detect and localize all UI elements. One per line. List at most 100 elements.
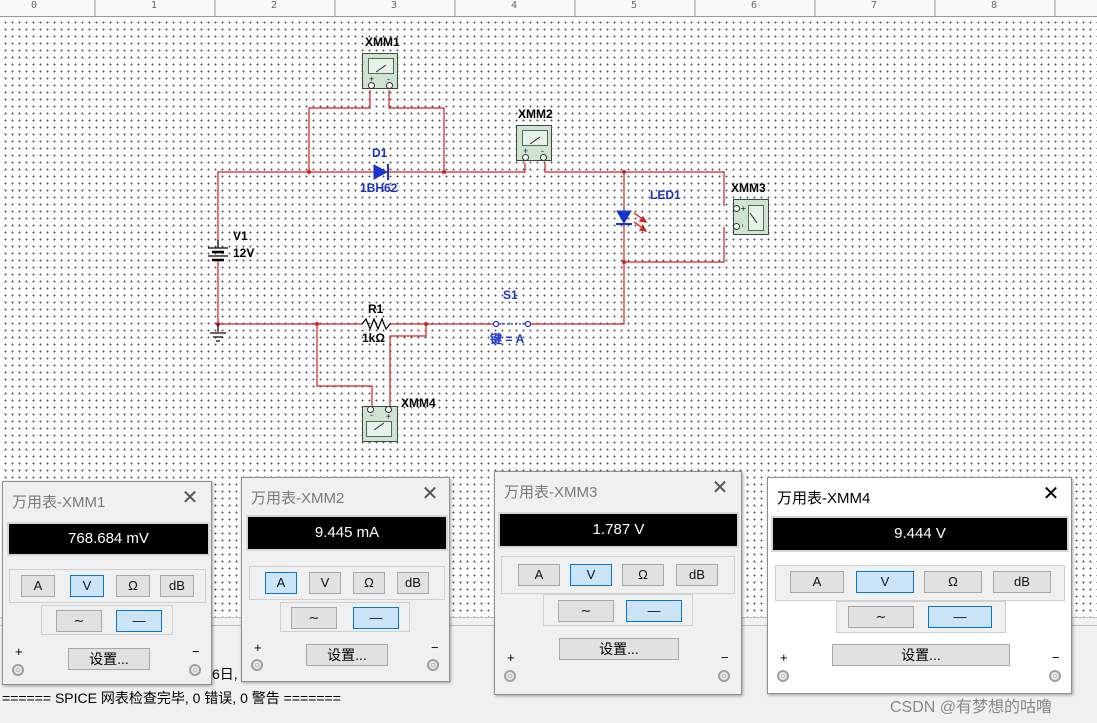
wire-xmm1-left — [308, 90, 371, 172]
d1-ref-label: D1 — [372, 146, 388, 160]
minus-terminal[interactable] — [427, 659, 439, 671]
signal-button-group: ∼ — — [543, 594, 693, 626]
ac-button[interactable]: ∼ — [56, 610, 102, 632]
minus-terminal[interactable] — [367, 406, 374, 413]
signal-button-group: ∼ — — [280, 602, 410, 632]
plus-terminal[interactable] — [777, 670, 789, 682]
minus-terminal[interactable] — [733, 223, 740, 230]
settings-button[interactable]: 设置... — [306, 644, 388, 666]
partial-log-text: 6日, — [212, 666, 238, 682]
plus-terminal[interactable] — [12, 664, 24, 676]
sheet-ruler: 0 1 2 3 4 5 6 7 8 — [0, 0, 1097, 17]
amp-button[interactable]: A — [790, 571, 844, 593]
wire-xmm1-right — [388, 90, 445, 172]
meter-face-icon — [748, 205, 764, 231]
xmm1-instrument[interactable]: + - — [362, 53, 398, 89]
ohm-button[interactable]: Ω — [116, 575, 150, 597]
plus-terminal[interactable] — [385, 406, 392, 413]
amp-button[interactable]: A — [21, 575, 55, 597]
dc-button[interactable]: — — [353, 607, 399, 629]
minus-terminal[interactable] — [189, 664, 201, 676]
plus-terminal[interactable] — [368, 82, 375, 89]
amp-button[interactable]: A — [518, 564, 560, 586]
reading-display: 9.445 mA — [246, 515, 448, 551]
multimeter-panel-xmm4: 万用表-XMM4 ✕ 9.444 V A V Ω dB ∼ — 设置... + … — [767, 477, 1072, 694]
db-button[interactable]: dB — [676, 564, 718, 586]
led-symbol — [616, 207, 632, 226]
xmm2-instrument[interactable]: + - — [516, 125, 552, 161]
ruler-marks — [94, 0, 1056, 16]
meter-face-icon — [522, 130, 548, 146]
db-button[interactable]: dB — [993, 571, 1051, 593]
multimeter-panel-xmm1: 万用表-XMM1 ✕ 768.684 mV A V Ω dB ∼ — 设置...… — [2, 481, 212, 685]
xmm3-label: XMM3 — [731, 181, 766, 195]
multimeter-panel-xmm2: 万用表-XMM2 ✕ 9.445 mA A V Ω dB ∼ — 设置... +… — [241, 477, 450, 682]
v1-ref-label: V1 — [233, 229, 248, 243]
db-button[interactable]: dB — [160, 575, 194, 597]
plus-sign: + — [254, 640, 262, 655]
wire-led-bottom — [623, 226, 725, 263]
led-light-arrows — [633, 212, 648, 232]
volt-button[interactable]: V — [570, 564, 612, 586]
panel-title: 万用表-XMM4 — [777, 490, 871, 507]
wire-right-down — [528, 262, 625, 325]
signal-button-group: ∼ — — [41, 605, 173, 635]
wire-xmm4-right — [389, 324, 427, 406]
mode-button-group: A V Ω dB — [249, 566, 445, 600]
junction-dots — [216, 170, 626, 326]
volt-button[interactable]: V — [856, 571, 914, 593]
ac-button[interactable]: ∼ — [848, 606, 914, 628]
close-icon[interactable]: ✕ — [180, 488, 200, 508]
ohm-button[interactable]: Ω — [622, 564, 664, 586]
panel-title: 万用表-XMM3 — [504, 484, 598, 501]
ac-button[interactable]: ∼ — [558, 600, 614, 622]
minus-sign: − — [721, 650, 729, 665]
battery-v1-symbol — [208, 240, 228, 262]
dc-button[interactable]: — — [626, 600, 682, 622]
close-icon[interactable]: ✕ — [420, 484, 440, 504]
minus-sign: − — [431, 640, 439, 655]
close-icon[interactable]: ✕ — [710, 478, 730, 498]
spice-status-text: ====== SPICE 网表检查完毕, 0 错误, 0 警告 ======= — [2, 690, 341, 706]
s1-key-label: 键 = A — [490, 332, 525, 346]
ground-symbol — [210, 324, 226, 342]
plus-terminal[interactable] — [251, 659, 263, 671]
panel-title: 万用表-XMM2 — [251, 490, 345, 507]
ohm-button[interactable]: Ω — [353, 572, 385, 594]
wire-bottom — [217, 260, 362, 325]
settings-button[interactable]: 设置... — [68, 648, 150, 670]
ohm-button[interactable]: Ω — [924, 571, 982, 593]
xmm2-label: XMM2 — [518, 107, 553, 121]
plus-terminal[interactable] — [733, 205, 740, 212]
volt-button[interactable]: V — [309, 572, 341, 594]
multimeter-panel-xmm3: 万用表-XMM3 ✕ 1.787 V A V Ω dB ∼ — 设置... + … — [494, 471, 742, 695]
dc-button[interactable]: — — [928, 606, 992, 628]
xmm4-instrument[interactable]: + - — [362, 406, 398, 442]
v1-value-label: 12V — [233, 246, 255, 260]
db-button[interactable]: dB — [397, 572, 429, 594]
amp-button[interactable]: A — [265, 572, 297, 594]
xmm3-instrument[interactable]: + - — [733, 199, 769, 235]
volt-button[interactable]: V — [70, 575, 104, 597]
csdn-watermark: CSDN @有梦想的咕噜 — [890, 699, 1053, 716]
plus-terminal[interactable] — [504, 670, 516, 682]
minus-terminal[interactable] — [540, 154, 547, 161]
plus-sign: + — [780, 650, 788, 665]
xmm1-label: XMM1 — [365, 35, 400, 49]
minus-terminal[interactable] — [718, 670, 730, 682]
ac-button[interactable]: ∼ — [291, 607, 337, 629]
close-icon[interactable]: ✕ — [1041, 484, 1061, 504]
settings-button[interactable]: 设置... — [832, 644, 1010, 666]
d1-value-label: 1BH62 — [360, 181, 398, 195]
plus-terminal[interactable] — [522, 154, 529, 161]
minus-terminal[interactable] — [1049, 670, 1061, 682]
xmm4-label: XMM4 — [401, 396, 436, 410]
settings-button[interactable]: 设置... — [559, 638, 679, 660]
minus-terminal[interactable] — [386, 82, 393, 89]
reading-display: 768.684 mV — [7, 522, 210, 556]
plus-sign: + — [15, 644, 23, 659]
dc-button[interactable]: — — [116, 610, 162, 632]
signal-button-group: ∼ — — [836, 601, 1006, 633]
s1-ref-label: S1 — [503, 288, 518, 302]
r1-ref-label: R1 — [368, 302, 384, 316]
